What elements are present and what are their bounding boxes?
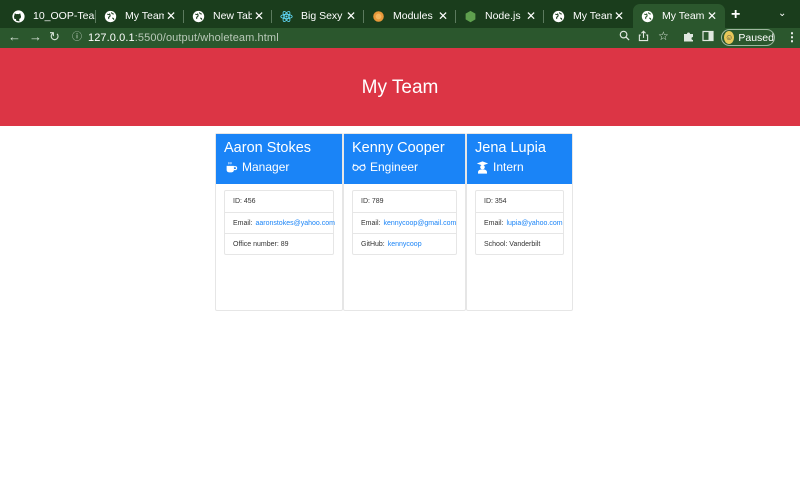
forward-arrow-icon[interactable]: → xyxy=(29,29,42,44)
tab-6[interactable]: Node.js ✕ xyxy=(456,4,544,28)
list-item-github: GitHub: kennycoop xyxy=(353,233,456,254)
employee-card-intern: Jena Lupia Intern ID: 354 Email: lupia@ya… xyxy=(466,133,573,311)
tab-title: Big Sexy Reci xyxy=(301,10,344,22)
side-panel-icon[interactable] xyxy=(702,30,714,45)
list-item-office: Office number: 89 xyxy=(225,233,333,254)
email-label: Email: xyxy=(233,219,253,227)
role-label: Manager xyxy=(242,160,290,174)
graduate-icon xyxy=(475,160,489,174)
orange-circle-icon xyxy=(372,10,385,23)
reload-icon[interactable]: ↻ xyxy=(49,29,60,45)
page-title: My Team xyxy=(361,76,439,98)
kebab-menu-icon[interactable]: ⋮ xyxy=(786,30,798,44)
close-icon[interactable]: ✕ xyxy=(524,9,538,23)
profile-paused-button[interactable]: ☺ Paused xyxy=(721,29,775,46)
nodejs-icon xyxy=(464,10,477,23)
role-label: Engineer xyxy=(370,160,419,174)
close-icon[interactable]: ✕ xyxy=(705,9,719,23)
employee-name: Aaron Stokes xyxy=(224,140,312,156)
team-cards: Aaron Stokes Manager ID: 456 Email: aaron… xyxy=(215,133,573,311)
back-arrow-icon[interactable]: ← xyxy=(8,29,21,44)
employee-role: Engineer xyxy=(352,160,418,174)
github-label: GitHub: xyxy=(361,240,385,248)
close-icon[interactable]: ✕ xyxy=(344,9,358,23)
globe-icon xyxy=(552,10,565,23)
tab-7[interactable]: My Team ✕ xyxy=(544,4,632,28)
tab-1[interactable]: 10_OOP-Team xyxy=(4,4,96,28)
email-label: Email: xyxy=(484,219,504,227)
role-label: Intern xyxy=(493,160,524,174)
globe-icon xyxy=(104,10,117,23)
list-item-email: Email: kennycoop@gmail.com xyxy=(353,212,456,233)
page-content: My Team Aaron Stokes Manager ID: 456 Ema… xyxy=(0,48,800,500)
card-header: Kenny Cooper Engineer xyxy=(344,134,465,184)
employee-card-engineer: Kenny Cooper Engineer ID: 789 Email: kenn… xyxy=(343,133,466,311)
bookmark-star-icon[interactable]: ☆ xyxy=(658,29,669,43)
extensions-icon[interactable] xyxy=(683,30,695,45)
tab-title: My Team xyxy=(573,10,612,22)
zoom-icon[interactable] xyxy=(619,30,630,44)
employee-role: Intern xyxy=(475,160,524,174)
close-icon[interactable]: ✕ xyxy=(164,9,178,23)
email-link[interactable]: lupia@yahoo.com xyxy=(506,220,562,227)
tab-4[interactable]: Big Sexy Reci ✕ xyxy=(272,4,364,28)
list-item-email: Email: aaronstokes@yahoo.com xyxy=(225,212,335,233)
tab-title: New Tab xyxy=(213,10,252,22)
github-icon xyxy=(12,9,25,23)
email-link[interactable]: kennycoop@gmail.com xyxy=(383,220,456,227)
list-item-id: ID: 789 xyxy=(353,191,456,212)
office-number-text: Office number: 89 xyxy=(233,240,289,248)
tab-3[interactable]: New Tab ✕ xyxy=(184,4,272,28)
tab-strip: 10_OOP-Team My Team ✕ New Tab ✕ Big Sexy… xyxy=(0,0,800,28)
close-icon[interactable]: ✕ xyxy=(436,9,450,23)
tab-8-active[interactable]: My Team ✕ xyxy=(633,4,725,28)
tab-title: Node.js xyxy=(485,10,521,22)
employee-name: Kenny Cooper xyxy=(352,140,445,156)
school-text: School: Vanderbilt xyxy=(484,240,541,248)
tab-title: My Team xyxy=(662,10,705,22)
tab-title: My Team xyxy=(125,10,164,22)
url-host: 127.0.0.1 xyxy=(88,32,135,44)
tab-2[interactable]: My Team ✕ xyxy=(96,4,184,28)
react-icon xyxy=(280,10,293,23)
header-banner: My Team xyxy=(0,48,800,126)
browser-toolbar: ← → ↻ ⓘ 127.0.0.1:5500/output/wholeteam.… xyxy=(0,28,800,48)
url-path: :5500/output/wholeteam.html xyxy=(134,32,279,44)
employee-details: ID: 354 Email: lupia@yahoo.com School: Va… xyxy=(475,190,564,255)
email-label: Email: xyxy=(361,219,381,227)
employee-role: Manager xyxy=(224,160,289,174)
employee-card-manager: Aaron Stokes Manager ID: 456 Email: aaron… xyxy=(215,133,343,311)
card-header: Jena Lupia Intern xyxy=(467,134,572,184)
profile-status: Paused xyxy=(738,31,774,44)
share-icon[interactable] xyxy=(638,30,649,45)
info-icon[interactable]: ⓘ xyxy=(72,29,86,47)
list-item-id: ID: 456 xyxy=(225,191,333,212)
globe-icon xyxy=(192,10,205,23)
url-text: 127.0.0.1:5500/output/wholeteam.html xyxy=(88,32,279,44)
card-header: Aaron Stokes Manager xyxy=(216,134,342,184)
github-link[interactable]: kennycoop xyxy=(388,241,422,248)
close-icon[interactable]: ✕ xyxy=(252,9,266,23)
email-link[interactable]: aaronstokes@yahoo.com xyxy=(255,220,334,227)
employee-details: ID: 456 Email: aaronstokes@yahoo.com Offi… xyxy=(224,190,335,255)
employee-details: ID: 789 Email: kennycoop@gmail.com GitHub… xyxy=(352,190,457,255)
close-icon[interactable]: ✕ xyxy=(612,9,626,23)
employee-name: Jena Lupia xyxy=(475,140,546,156)
new-tab-icon[interactable]: + xyxy=(731,6,740,24)
id-text: ID: 456 xyxy=(233,198,256,205)
list-item-school: School: Vanderbilt xyxy=(476,233,563,254)
address-bar[interactable]: ⓘ 127.0.0.1:5500/output/wholeteam.html xyxy=(72,29,680,47)
avatar: ☺ xyxy=(724,31,735,44)
id-text: ID: 789 xyxy=(361,198,384,205)
glasses-icon xyxy=(352,160,366,174)
tab-title: Modules - Bo xyxy=(393,10,436,22)
globe-icon xyxy=(641,10,654,23)
tab-title: 10_OOP-Team xyxy=(33,10,96,22)
tab-5[interactable]: Modules - Bo ✕ xyxy=(364,4,456,28)
id-text: ID: 354 xyxy=(484,198,507,205)
list-item-email: Email: lupia@yahoo.com xyxy=(476,212,563,233)
coffee-mug-icon xyxy=(224,160,238,174)
chevron-down-icon[interactable]: ⌄ xyxy=(778,8,786,19)
list-item-id: ID: 354 xyxy=(476,191,563,212)
